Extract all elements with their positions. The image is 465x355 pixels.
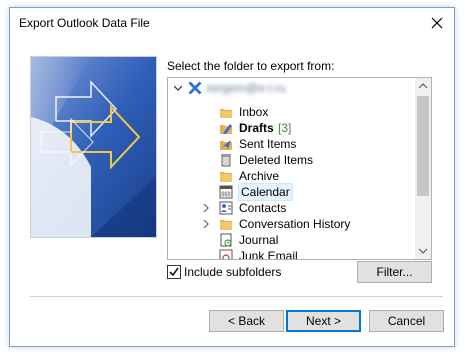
sent-items-icon — [220, 140, 232, 150]
tree-item-label: Archive — [239, 169, 280, 183]
folder-icon — [220, 220, 232, 230]
checkmark-icon — [169, 267, 179, 277]
filter-button[interactable]: Filter... — [357, 261, 432, 283]
close-button[interactable] — [420, 8, 454, 38]
tree-item-label: Sent Items — [239, 137, 297, 151]
junk-icon — [219, 249, 233, 259]
tree-item-label: Conversation History — [239, 217, 351, 231]
tree-item-label: Journal — [239, 233, 279, 247]
trash-icon — [221, 154, 231, 167]
close-icon — [431, 17, 443, 29]
contacts-icon — [219, 201, 233, 215]
tree-item-label: Calendar — [238, 183, 293, 201]
window-title: Export Outlook Data File — [19, 16, 150, 30]
folder-icon — [220, 172, 232, 182]
scroll-up-button[interactable] — [415, 78, 431, 94]
tree-scrollbar[interactable] — [415, 78, 431, 259]
folder-tree[interactable]: sergem@e-l.ru Inbox Drafts [3] Sent Item… — [167, 77, 432, 260]
cancel-button[interactable]: Cancel — [369, 310, 444, 332]
tree-item-label: Drafts — [239, 121, 274, 135]
calendar-icon — [219, 185, 233, 199]
title-bar: Export Outlook Data File — [10, 8, 454, 38]
include-subfolders-label: Include subfolders — [184, 265, 282, 279]
expand-arrow-icon[interactable] — [202, 204, 210, 212]
tree-item-label: Inbox — [239, 105, 269, 119]
divider — [30, 296, 443, 297]
mailbox-icon — [188, 81, 202, 95]
tree-item-label: Deleted Items — [239, 153, 314, 167]
folder-inbox-icon — [220, 109, 232, 118]
unread-count: [3] — [278, 121, 292, 135]
chevron-up-icon — [418, 83, 428, 89]
journal-icon — [220, 233, 232, 247]
folder-prompt: Select the folder to export from: — [167, 59, 335, 73]
collapse-arrow-icon[interactable] — [174, 84, 182, 92]
scroll-thumb[interactable] — [417, 96, 429, 196]
export-dialog: Export Outlook Data File Select the fold… — [9, 7, 455, 347]
expand-arrow-icon[interactable] — [202, 220, 210, 228]
back-button[interactable]: < Back — [209, 310, 284, 332]
scroll-down-button[interactable] — [415, 243, 431, 259]
drafts-icon — [220, 124, 232, 134]
tree-item-label: Contacts — [239, 201, 287, 215]
account-name: sergem@e-l.ru — [206, 81, 286, 95]
tree-item-label: Junk Email — [239, 249, 298, 260]
next-button[interactable]: Next > — [286, 310, 361, 332]
chevron-down-icon — [418, 248, 428, 254]
include-subfolders-checkbox[interactable] — [167, 265, 181, 279]
wizard-banner-image — [30, 56, 157, 238]
